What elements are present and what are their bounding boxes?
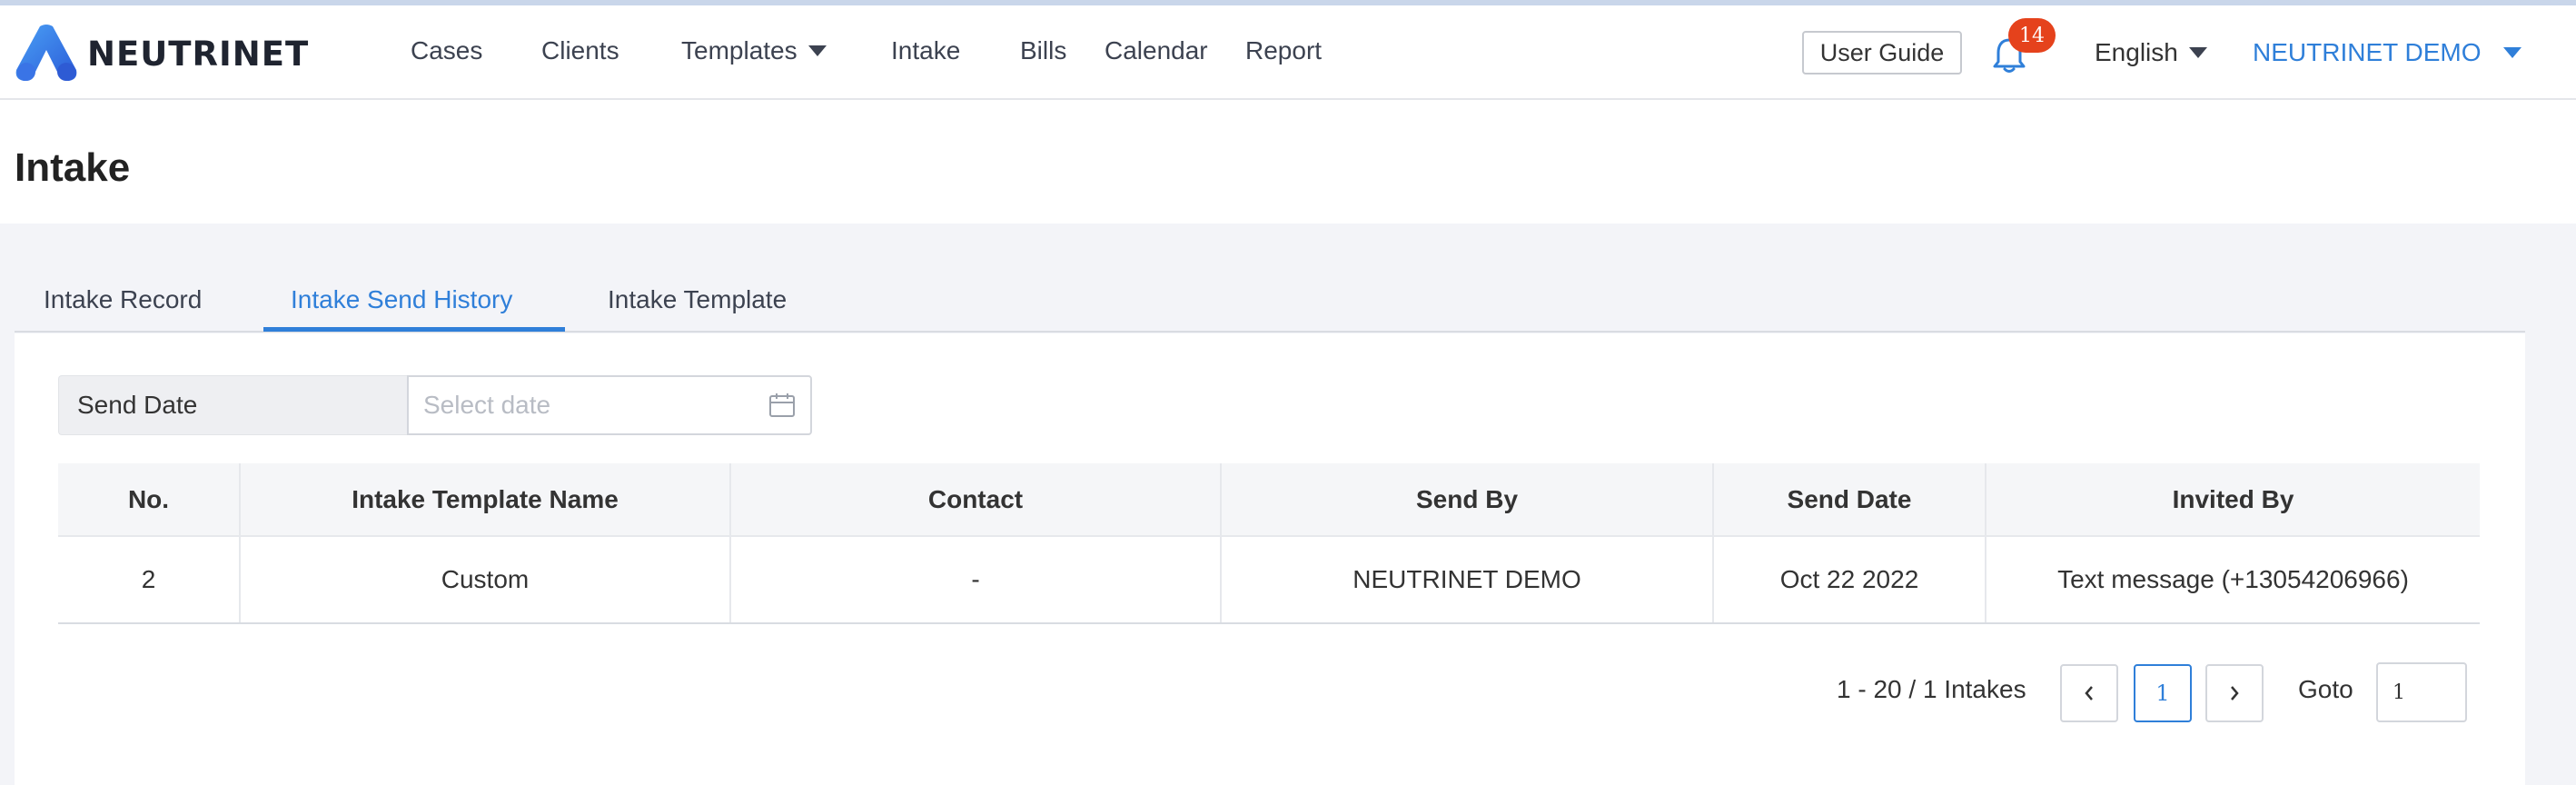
cell-contact: - — [730, 536, 1222, 624]
cell-send-date: Oct 22 2022 — [1713, 536, 1986, 624]
nav-bills[interactable]: Bills — [1020, 36, 1066, 65]
nav-cases[interactable]: Cases — [411, 36, 482, 65]
tab-intake-record[interactable]: Intake Record — [44, 285, 202, 314]
chevron-down-icon — [2188, 46, 2207, 58]
goto-page-input[interactable] — [2376, 662, 2467, 722]
page-title: Intake — [15, 145, 131, 190]
language-select[interactable]: English — [2095, 38, 2207, 67]
user-name: NEUTRINET DEMO — [2253, 38, 2482, 66]
nav-intake[interactable]: Intake — [891, 36, 960, 65]
tab-intake-send-history[interactable]: Intake Send History — [291, 285, 512, 314]
send-history-table: No. Intake Template Name Contact Send By… — [58, 463, 2480, 624]
column-header-send-by: Send By — [1221, 463, 1714, 537]
send-date-picker[interactable]: Select date — [407, 375, 812, 435]
column-header-send-date: Send Date — [1713, 463, 1986, 537]
column-header-template-name: Intake Template Name — [240, 463, 731, 537]
page-button-current[interactable]: 1 — [2134, 664, 2192, 722]
tab-intake-template[interactable]: Intake Template — [608, 285, 787, 314]
chevron-left-icon — [2085, 686, 2093, 701]
active-tab-indicator — [263, 327, 565, 332]
tab-bar: Intake Record Intake Send History Intake… — [15, 263, 2525, 333]
logo-text: NEUTRINET — [87, 34, 310, 74]
nav-templates-label: Templates — [681, 36, 798, 65]
send-date-label: Send Date — [58, 375, 407, 435]
column-header-contact: Contact — [730, 463, 1222, 537]
notification-badge: 14 — [2008, 18, 2056, 53]
nav-clients[interactable]: Clients — [541, 36, 619, 65]
cell-template-name: Custom — [240, 536, 731, 624]
top-header: NEUTRINET Cases Clients Templates Intake… — [0, 5, 2576, 100]
history-panel: Send Date Select date No. Intake Templat… — [15, 333, 2525, 785]
cell-no: 2 — [58, 536, 241, 624]
prev-page-button[interactable] — [2060, 664, 2118, 722]
chevron-down-icon — [807, 45, 827, 56]
nav-templates[interactable]: Templates — [681, 36, 827, 65]
send-date-filter: Send Date Select date — [58, 375, 812, 435]
goto-label: Goto — [2298, 675, 2353, 703]
app-logo[interactable]: NEUTRINET — [13, 22, 309, 85]
date-placeholder: Select date — [423, 391, 551, 419]
table-header-row: No. Intake Template Name Contact Send By… — [58, 463, 2480, 537]
column-header-invited-by: Invited By — [1986, 463, 2480, 537]
calendar-icon — [769, 393, 795, 417]
nav-report[interactable]: Report — [1245, 36, 1322, 65]
user-guide-button[interactable]: User Guide — [1802, 31, 1962, 75]
cell-invited-by: Text message (+13054206966) — [1986, 536, 2480, 624]
page-gutter — [2525, 333, 2576, 785]
chevron-down-icon — [2502, 46, 2522, 58]
next-page-button[interactable] — [2205, 664, 2264, 722]
pagination-range: 1 - 20 / 1 Intakes — [1837, 675, 2026, 703]
user-menu[interactable]: NEUTRINET DEMO — [2253, 38, 2522, 67]
logo-icon — [15, 25, 77, 81]
column-header-no: No. — [58, 463, 241, 537]
nav-calendar[interactable]: Calendar — [1105, 36, 1208, 65]
table-row[interactable]: 2 Custom - NEUTRINET DEMO Oct 22 2022 Te… — [58, 536, 2480, 624]
language-label: English — [2095, 38, 2178, 66]
chevron-right-icon — [2231, 686, 2239, 701]
cell-send-by: NEUTRINET DEMO — [1221, 536, 1714, 624]
